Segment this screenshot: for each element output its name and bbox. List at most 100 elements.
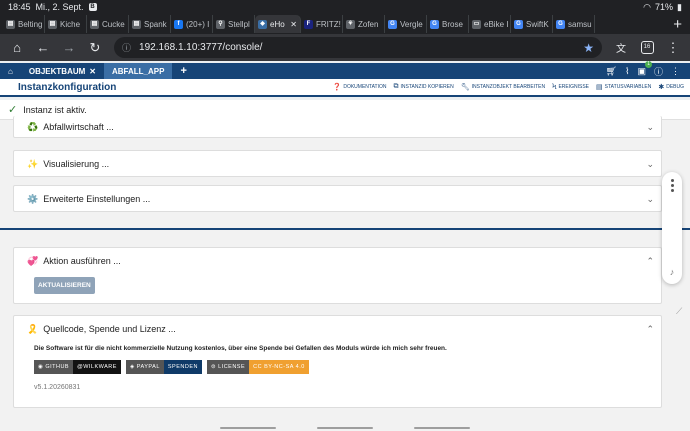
panel-quellcode-lizenz: 🎗️ Quellcode, Spende und Lizenz ... ⌃ Di… bbox=[13, 315, 662, 408]
reload-button[interactable]: ↻ bbox=[84, 37, 106, 59]
list-icon: ▤ bbox=[596, 84, 603, 91]
section-divider bbox=[0, 228, 690, 230]
shield-label: ⊜ LICENSE bbox=[206, 360, 250, 374]
cart-icon[interactable]: 🛒︎ bbox=[606, 66, 617, 77]
browser-tab-label: Stellpl bbox=[228, 19, 250, 29]
menu-icon[interactable]: ⋮ bbox=[662, 37, 684, 59]
panel-title: Abfallwirtschaft ... bbox=[43, 122, 114, 132]
wifi-icon: ◠ bbox=[643, 1, 652, 12]
scroll-handle-icon[interactable]: ♪ bbox=[670, 267, 675, 277]
favicon-icon: ⚲ bbox=[216, 19, 225, 29]
shield-badge[interactable]: ◈ PAYPAL SPENDEN bbox=[125, 360, 202, 374]
address-bar[interactable]: ⓘ 192.168.1.10:3777/console/ ★ bbox=[114, 37, 602, 58]
chevron-down-icon[interactable]: ⌄ bbox=[646, 122, 654, 133]
admin-tabs-bar: ⌂ OBJEKTBAUM ✕ ABFALL_APP + 🛒︎ ⌇ ▣ 1 ⓘ ⋮ bbox=[0, 60, 690, 79]
documentation-button[interactable]: ❓ Dokumentation bbox=[333, 83, 387, 91]
favicon-icon: ⚘ bbox=[346, 19, 355, 29]
browser-tab-label: FRITZ! bbox=[316, 19, 341, 29]
add-tab-button[interactable]: + bbox=[172, 63, 194, 79]
state-variables-button[interactable]: ▤ Statusvariablen bbox=[596, 83, 651, 91]
browser-tab-label: samsu bbox=[568, 19, 592, 29]
favicon-icon: ▭ bbox=[472, 19, 481, 29]
browser-tabs: ▤ Belting ▤ Kiche ▤ Cucke ▤ Spank f (20+) I ⚲ Stell… bbox=[3, 15, 595, 33]
edge-handle-icon[interactable]: ⟋ bbox=[676, 306, 682, 317]
panel-title: Aktion ausführen ... bbox=[43, 256, 121, 266]
bug-icon: ✱ bbox=[658, 84, 665, 91]
admin-home-button[interactable]: ⌂ bbox=[0, 63, 21, 79]
shield-badge[interactable]: ◉ GITHUB @WILKWARE bbox=[34, 360, 121, 374]
browser-tab-label: Spank bbox=[144, 19, 167, 29]
translate-icon[interactable]: 文 bbox=[610, 37, 632, 59]
floating-scroll-widget[interactable]: ♪ bbox=[662, 172, 682, 284]
menu-dots-icon[interactable]: ⋮ bbox=[671, 66, 680, 77]
panel-aktion-ausfuehren: 💞 Aktion ausführen ... ⌃ AKTUALISIEREN bbox=[13, 247, 662, 304]
panel-abfallwirtschaft[interactable]: ♻️ Abfallwirtschaft ... ⌄ bbox=[13, 116, 662, 138]
favicon-icon: F bbox=[304, 19, 313, 29]
check-icon: ✓ bbox=[8, 104, 18, 116]
nav-indicator bbox=[220, 427, 276, 429]
browser-tab[interactable]: f (20+) I bbox=[171, 15, 213, 33]
forward-button[interactable]: → bbox=[58, 37, 80, 59]
chart-icon[interactable]: ⌇ bbox=[625, 66, 629, 77]
browser-tab[interactable]: ▤ Cucke bbox=[87, 15, 129, 33]
new-tab-button[interactable]: + bbox=[665, 16, 690, 33]
bookmark-star-icon[interactable]: ★ bbox=[583, 41, 594, 55]
home-button[interactable]: ⌂ bbox=[6, 37, 28, 59]
wrench-icon: 🔧︎ bbox=[460, 84, 470, 91]
browser-tab-label: Zofen bbox=[358, 19, 379, 29]
panel-visualisierung[interactable]: ✨ Visualisierung ... ⌄ bbox=[13, 150, 662, 177]
notification-icon: B bbox=[88, 3, 97, 11]
browser-tab[interactable]: G Vergle bbox=[385, 15, 427, 33]
instance-toolbar: ❓ Dokumentation ⧉ Instanzid kopieren 🔧︎ Ins… bbox=[333, 83, 690, 91]
favicon-icon: G bbox=[430, 19, 439, 29]
version-label: v5.1.20260831 bbox=[34, 384, 81, 391]
close-icon[interactable]: ✕ bbox=[89, 67, 96, 76]
favicon-icon: G bbox=[556, 19, 565, 29]
browser-tab[interactable]: ◆ eHo ✕ bbox=[255, 15, 301, 33]
browser-tab[interactable]: F FRITZ! bbox=[301, 15, 343, 33]
recycle-icon: ♻️ bbox=[27, 121, 39, 132]
copy-instance-id-button[interactable]: ⧉ Instanzid kopieren bbox=[393, 83, 453, 91]
url-text: 192.168.1.10:3777/console/ bbox=[139, 42, 263, 53]
back-button[interactable]: ← bbox=[32, 37, 54, 59]
browser-tab[interactable]: Gsamsu bbox=[553, 15, 595, 33]
edit-instance-object-button[interactable]: 🔧︎ Instanzobjekt bearbeiten bbox=[461, 83, 545, 91]
browser-tab[interactable]: ▭ eBike I bbox=[469, 15, 511, 33]
copy-icon: ⧉ bbox=[393, 83, 399, 90]
clock: 18:45 bbox=[8, 2, 31, 12]
notifications-icon[interactable]: ▣ 1 bbox=[637, 60, 652, 77]
aktualisieren-button[interactable]: AKTUALISIEREN bbox=[34, 277, 95, 294]
debug-button[interactable]: ✱ Debug bbox=[658, 83, 684, 91]
tab-switcher-button[interactable]: 16 bbox=[636, 37, 658, 59]
hearts-icon: 💞 bbox=[27, 255, 39, 266]
chevron-down-icon[interactable]: ⌄ bbox=[646, 159, 654, 170]
chevron-down-icon[interactable]: ⌄ bbox=[646, 194, 654, 205]
shield-badge[interactable]: ⊜ LICENSE CC BY-NC-SA 4.0 bbox=[206, 360, 309, 374]
browser-tab[interactable]: G Brose bbox=[427, 15, 469, 33]
tab-objektbaum[interactable]: OBJEKTBAUM ✕ bbox=[21, 63, 104, 79]
panel-erweiterte-einstellungen[interactable]: ⚙️ Erweiterte Einstellungen ... ⌄ bbox=[13, 185, 662, 212]
browser-tab[interactable]: ⚲ Stellpl bbox=[213, 15, 255, 33]
chevron-up-icon[interactable]: ⌃ bbox=[646, 256, 654, 267]
chevron-up-icon[interactable]: ⌃ bbox=[646, 324, 654, 335]
sparkles-icon: ✨ bbox=[27, 158, 39, 169]
events-button[interactable]: ϟ Ereignisse bbox=[552, 83, 589, 91]
gear-icon: ⚙️ bbox=[27, 193, 39, 204]
more-dots-icon[interactable] bbox=[670, 179, 674, 192]
browser-tab[interactable]: ▤ Spank bbox=[129, 15, 171, 33]
browser-tab[interactable]: ▤ Belting bbox=[3, 15, 45, 33]
system-status-bar: 18:45 Mi., 2. Sept. B ◠ 71% ▮ bbox=[0, 0, 690, 14]
browser-tab-label: SwiftK bbox=[526, 19, 549, 29]
close-tab-icon[interactable]: ✕ bbox=[290, 20, 297, 29]
info-icon[interactable]: ⓘ bbox=[122, 41, 131, 54]
browser-tab[interactable]: ▤ Kiche bbox=[45, 15, 87, 33]
favicon-icon: ▤ bbox=[90, 19, 99, 29]
browser-tab[interactable]: ⚘ Zofen bbox=[343, 15, 385, 33]
date: Mi., 2. Sept. bbox=[35, 2, 84, 12]
panel-title: Erweiterte Einstellungen ... bbox=[43, 194, 151, 204]
favicon-icon: f bbox=[174, 19, 183, 29]
browser-tab[interactable]: G SwiftK bbox=[511, 15, 553, 33]
tab-abfall-app[interactable]: ABFALL_APP bbox=[104, 63, 173, 79]
info-icon[interactable]: ⓘ bbox=[654, 65, 663, 78]
shield-label: ◉ GITHUB bbox=[34, 360, 74, 374]
